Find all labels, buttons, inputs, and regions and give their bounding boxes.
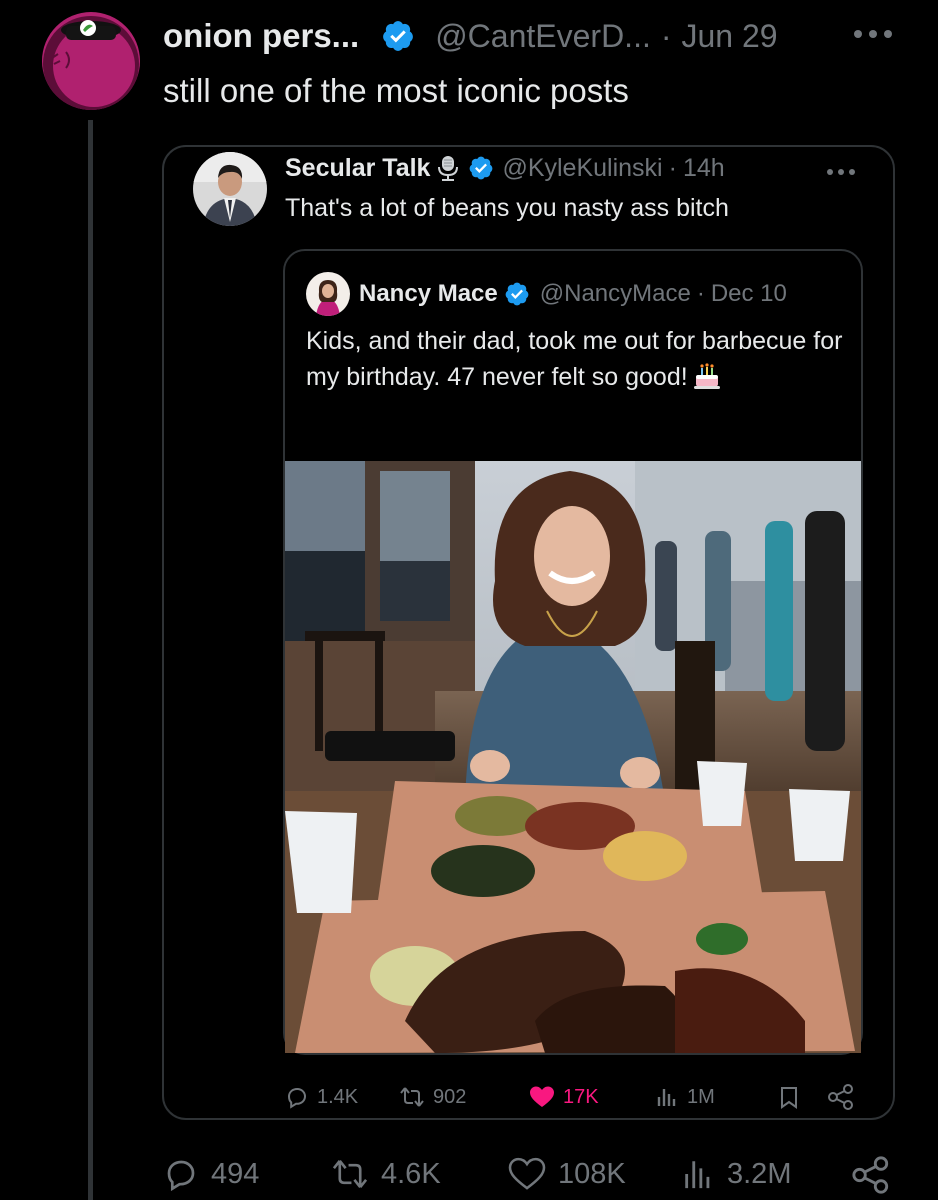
post-header: onion pers... @CantEverD... · Jun 29 [163, 14, 778, 58]
repost-icon [332, 1160, 368, 1188]
verified-badge-icon [505, 282, 529, 306]
separator-dot: · [696, 280, 705, 307]
reply-button[interactable]: 494 [163, 1148, 259, 1200]
repost-button[interactable]: 902 [399, 1078, 466, 1116]
like-count: 17K [563, 1085, 599, 1108]
share-icon[interactable] [851, 1156, 891, 1194]
heart-icon [508, 1157, 546, 1190]
reply-button[interactable]: 1.4K [285, 1078, 358, 1116]
views-count: 3.2M [727, 1157, 792, 1190]
nested-quote-text-block: Kids, and their dad, took me out for bar… [306, 323, 846, 395]
quote-date[interactable]: 14h [683, 154, 725, 183]
birthday-cake-emoji-icon [693, 363, 720, 389]
views-count: 1M [687, 1085, 715, 1108]
repost-button[interactable]: 4.6K [331, 1148, 441, 1200]
like-button[interactable]: 17K [529, 1078, 599, 1116]
reply-icon [287, 1087, 307, 1109]
nested-quote-author-handle[interactable]: @NancyMace [540, 280, 691, 308]
bookmark-icon[interactable] [777, 1085, 801, 1109]
quote-text: That's a lot of beans you nasty ass bitc… [285, 194, 729, 222]
microphone-icon [438, 156, 459, 181]
share-icon[interactable] [827, 1084, 855, 1110]
quote-author-handle[interactable]: @KyleKulinski [502, 154, 662, 183]
nancy-avatar-icon [306, 272, 350, 316]
views-icon [657, 1089, 676, 1106]
post-text: still one of the most iconic posts [163, 72, 629, 109]
thread-line [88, 120, 93, 1200]
views-icon [685, 1161, 710, 1189]
post-photo[interactable] [285, 461, 861, 1053]
avatar[interactable] [42, 12, 140, 110]
restaurant-photo [285, 461, 861, 1053]
separator-dot: · [668, 153, 677, 182]
post-action-bar: 494 4.6K 108K 3.2M [163, 1148, 903, 1200]
nested-quote-header: Nancy Mace @NancyMace · Dec 10 [359, 279, 787, 309]
reply-count: 1.4K [317, 1085, 359, 1108]
avatar[interactable] [306, 272, 350, 316]
avatar[interactable] [193, 152, 267, 226]
quote-author-name[interactable]: Secular Talk [285, 154, 430, 183]
reply-icon [167, 1160, 195, 1192]
heart-icon [530, 1086, 554, 1107]
author-name[interactable]: onion pers... [163, 17, 359, 55]
separator-dot: · [660, 17, 672, 54]
nested-quote-date[interactable]: Dec 10 [711, 280, 787, 308]
onion-avatar-icon [42, 12, 140, 110]
nested-quote-text: Kids, and their dad, took me out for bar… [306, 327, 843, 391]
repost-icon [400, 1087, 424, 1107]
views-button[interactable]: 1M [655, 1078, 715, 1116]
more-icon[interactable] [820, 158, 862, 186]
post-date[interactable]: Jun 29 [682, 18, 778, 55]
kyle-avatar-icon [193, 152, 267, 226]
more-icon[interactable] [848, 14, 898, 54]
like-button[interactable]: 108K [508, 1148, 626, 1200]
views-button[interactable]: 3.2M [681, 1148, 791, 1200]
verified-badge-icon [383, 21, 414, 51]
repost-count: 4.6K [381, 1157, 441, 1190]
repost-count: 902 [433, 1085, 467, 1108]
quote-action-bar: 1.4K 902 17K 1M [285, 1078, 865, 1116]
verified-badge-icon [470, 156, 493, 180]
author-handle[interactable]: @CantEverD... [435, 18, 651, 55]
nested-quote-author-name[interactable]: Nancy Mace [359, 280, 498, 308]
like-count: 108K [558, 1157, 626, 1190]
quote-header: Secular Talk @KyleKulinski · 14h [285, 152, 725, 184]
reply-count: 494 [211, 1157, 260, 1190]
